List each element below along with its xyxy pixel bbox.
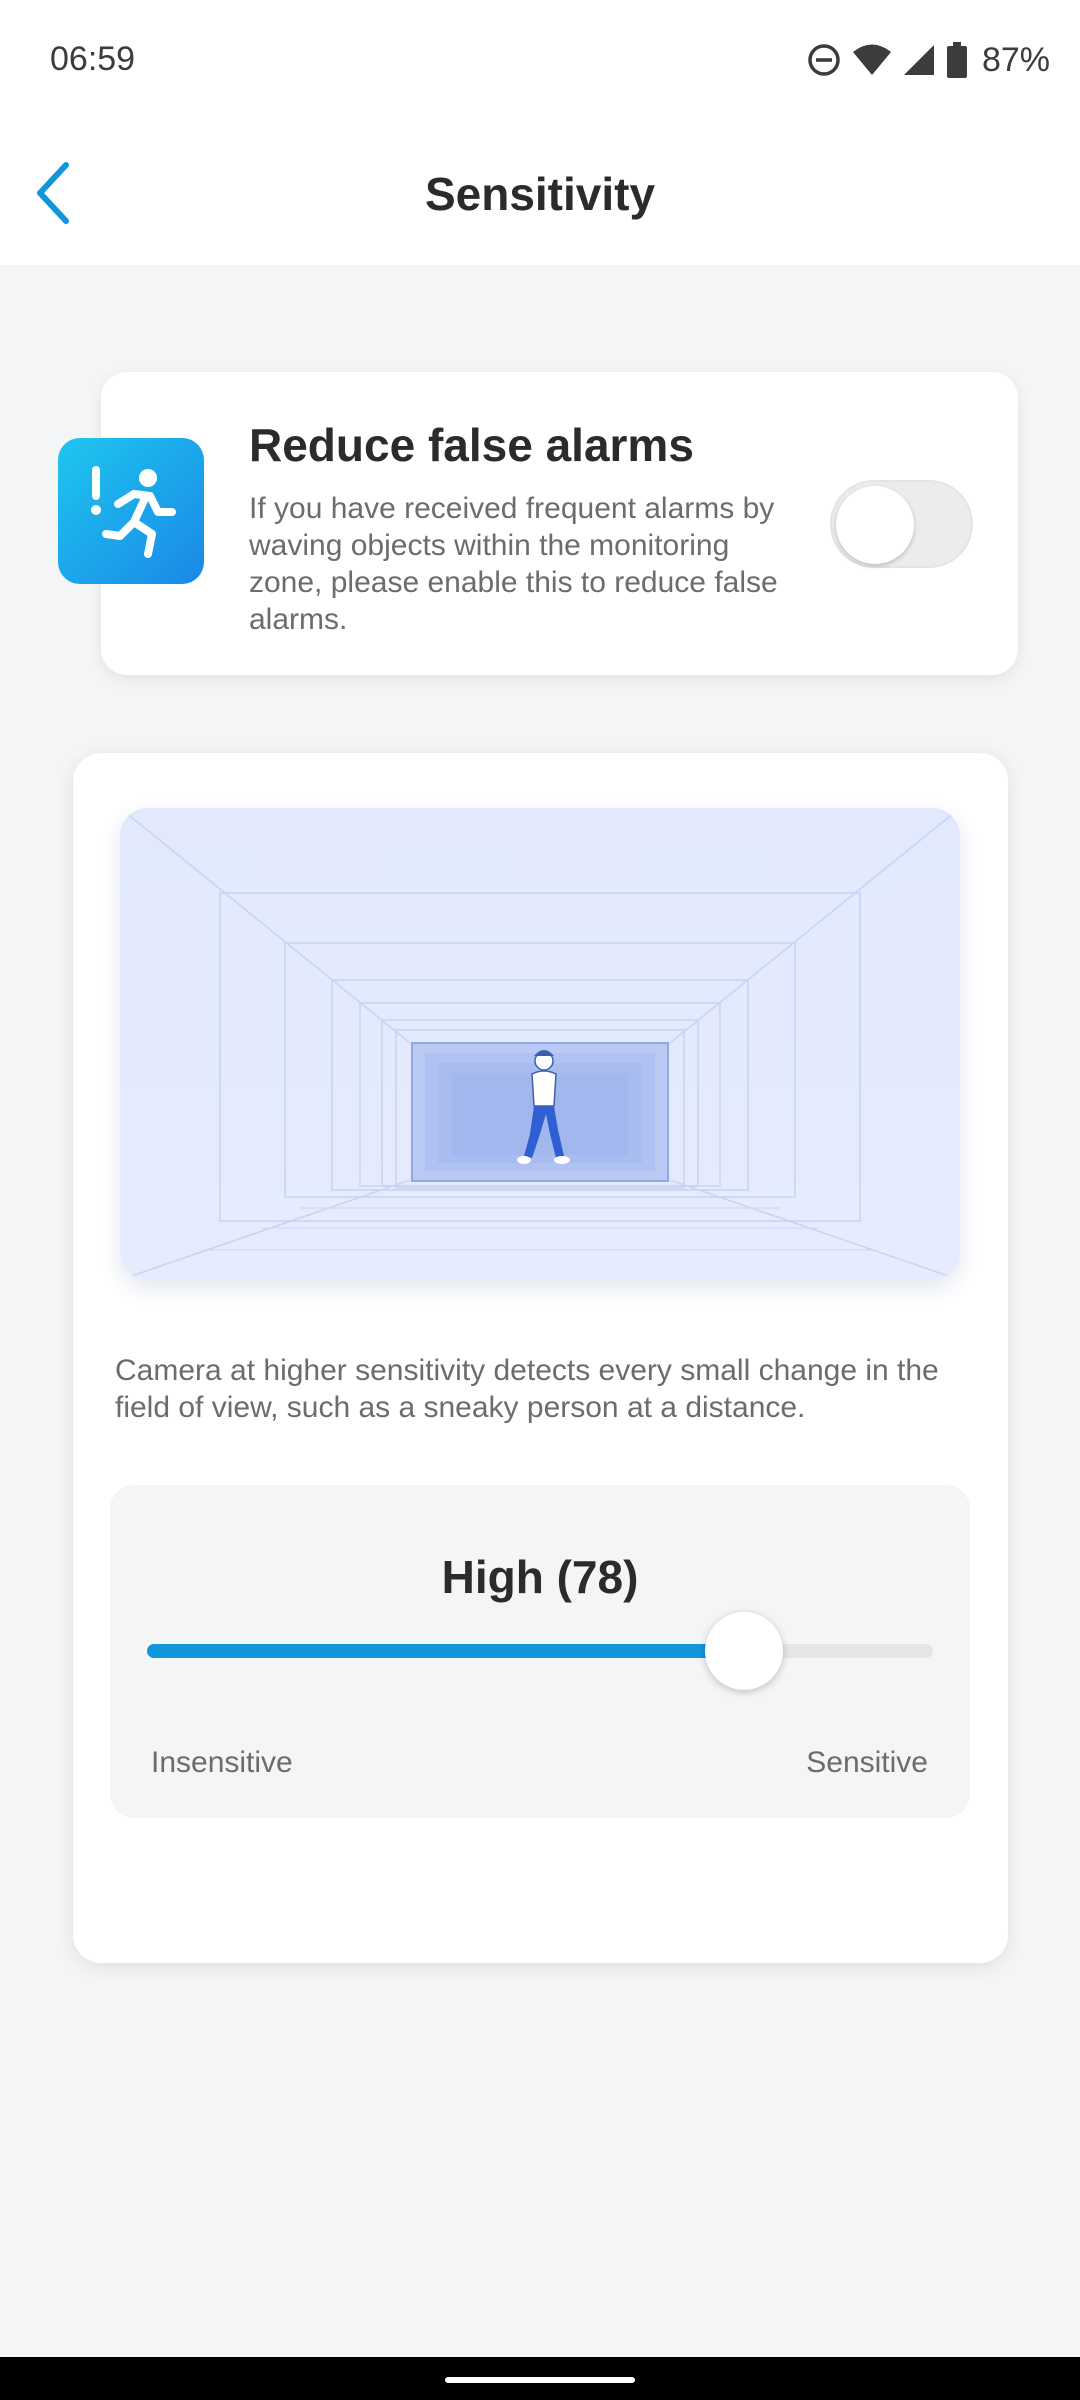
slider-min-label: Insensitive	[151, 1746, 293, 1779]
app-header: Sensitivity	[0, 125, 1080, 265]
cell-signal-icon	[902, 43, 936, 77]
false-alarm-title: Reduce false alarms	[249, 419, 694, 471]
status-bar: 06:59 87%	[0, 0, 1080, 125]
status-time: 06:59	[50, 40, 136, 78]
toggle-knob	[836, 486, 914, 564]
reduce-false-alarms-toggle[interactable]	[830, 480, 973, 568]
home-gesture-handle[interactable]	[445, 2377, 635, 2383]
do-not-disturb-icon	[806, 42, 842, 78]
sensitivity-slider-fill	[147, 1644, 745, 1658]
wifi-icon	[852, 43, 892, 77]
sensitivity-slider-thumb[interactable]	[705, 1612, 784, 1690]
slider-max-label: Sensitive	[806, 1746, 928, 1779]
battery-icon	[946, 42, 968, 78]
false-alarm-description: If you have received frequent alarms by …	[249, 492, 778, 636]
status-icons: 87%	[806, 38, 1050, 82]
battery-percent: 87%	[981, 40, 1050, 79]
page-title: Sensitivity	[424, 168, 656, 220]
running-person-alert-icon	[58, 438, 204, 584]
sensitivity-slider-track[interactable]	[147, 1644, 933, 1658]
sensitivity-level-label: High (78)	[441, 1551, 639, 1603]
sensitivity-description: Camera at higher sensitivity detects eve…	[115, 1354, 939, 1424]
corridor-illustration	[120, 808, 960, 1280]
